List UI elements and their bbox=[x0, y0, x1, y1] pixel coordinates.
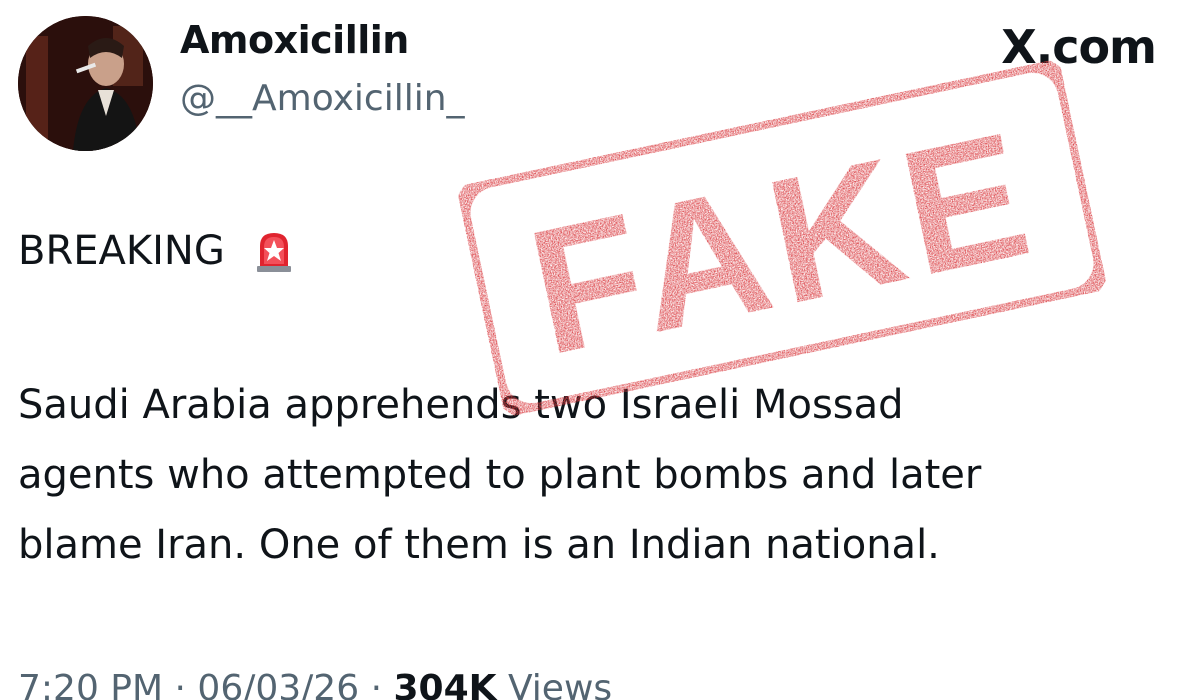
tweet-date[interactable]: 06/03/26 bbox=[197, 668, 359, 700]
views-label: Views bbox=[507, 668, 613, 700]
views-count: 304K bbox=[393, 668, 497, 700]
meta-separator: · bbox=[174, 668, 186, 700]
avatar[interactable] bbox=[18, 16, 153, 151]
tweet-time[interactable]: 7:20 PM bbox=[18, 668, 163, 700]
tweet-screenshot: Amoxicillin @__Amoxicillin_ X.com BREAKI… bbox=[0, 0, 1200, 700]
tweet-meta: 7:20 PM · 06/03/26 · 304K Views bbox=[18, 668, 612, 700]
avatar-photo bbox=[18, 16, 153, 151]
breaking-line: BREAKING bbox=[18, 228, 297, 274]
tweet-body-line: blame Iran. One of them is an Indian nat… bbox=[18, 522, 940, 568]
user-handle[interactable]: @__Amoxicillin_ bbox=[180, 78, 465, 119]
siren-icon bbox=[251, 228, 297, 274]
meta-separator: · bbox=[370, 668, 383, 700]
display-name[interactable]: Amoxicillin bbox=[180, 18, 409, 62]
tweet-body-line: agents who attempted to plant bombs and … bbox=[18, 452, 982, 498]
breaking-label: BREAKING bbox=[18, 228, 225, 274]
stamp-text: FAKE bbox=[514, 92, 1051, 392]
